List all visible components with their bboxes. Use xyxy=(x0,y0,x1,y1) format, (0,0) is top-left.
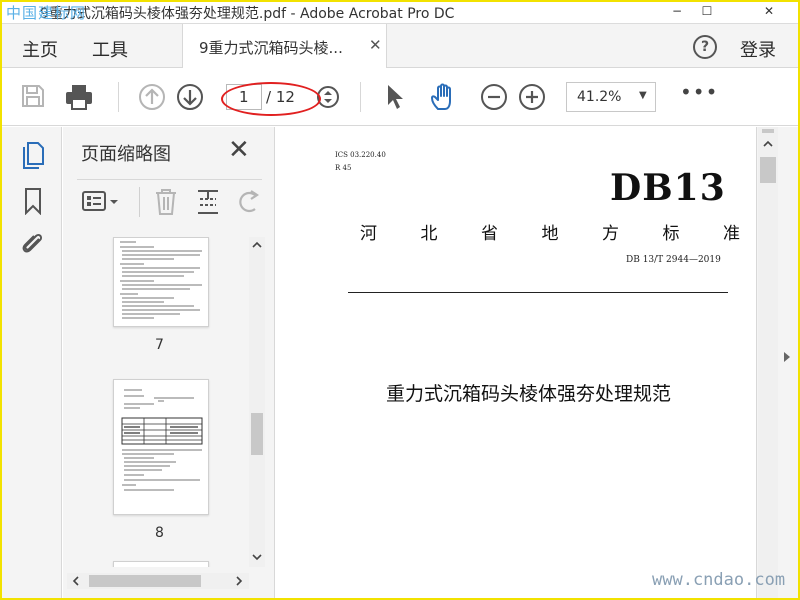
scrollbar-thumb[interactable] xyxy=(251,413,263,455)
close-window-button[interactable]: ✕ xyxy=(754,2,784,22)
tab-close-icon[interactable]: ✕ xyxy=(369,36,382,54)
watermark-top-left: 中国建标网 xyxy=(6,4,87,22)
page-thumbnails-icon[interactable] xyxy=(20,141,46,171)
heading-char: 省 xyxy=(481,224,498,244)
thumbnail-options-icon[interactable] xyxy=(81,189,121,215)
thumbnail-page-number: 7 xyxy=(155,337,164,353)
heading-char: 地 xyxy=(541,224,559,244)
document-vertical-scrollbar[interactable] xyxy=(758,127,778,598)
scroll-right-arrow-icon[interactable] xyxy=(233,575,245,587)
zoom-value: 41.2% xyxy=(577,89,622,105)
heading-char: 河 xyxy=(360,224,377,244)
watermark-bottom-right: www.cndao.com xyxy=(652,570,786,590)
panel-tool-separator xyxy=(139,187,140,217)
heading-char: 方 xyxy=(602,224,619,244)
prev-page-icon[interactable] xyxy=(138,83,166,111)
panel-close-icon[interactable]: ✕ xyxy=(228,135,250,165)
expand-right-pane-icon[interactable] xyxy=(782,350,796,374)
header-rule xyxy=(348,292,728,293)
zoom-out-icon[interactable] xyxy=(480,83,508,111)
toolbar-separator xyxy=(118,82,119,112)
scroll-down-arrow-icon[interactable] xyxy=(252,551,262,563)
panel-divider xyxy=(77,179,262,180)
zoom-dropdown[interactable]: 41.2% ▼ xyxy=(566,82,656,112)
extract-page-icon[interactable] xyxy=(195,187,221,217)
page-thumbnails-panel: 页面缩略图 ✕ 7 8 xyxy=(63,127,275,598)
document-viewport[interactable]: ICS 03.220.40 R 45 DB13 河 北 省 地 方 标 准 DB… xyxy=(276,127,756,598)
heading-char: 北 xyxy=(420,224,438,244)
save-icon[interactable] xyxy=(20,83,46,109)
bookmark-icon[interactable] xyxy=(22,187,44,215)
pdf-page: ICS 03.220.40 R 45 DB13 河 北 省 地 方 标 准 DB… xyxy=(290,127,756,598)
r-code: R 45 xyxy=(335,164,352,172)
tab-bar: 主页 工具 9重力式沉箱码头棱... ✕ ? 登录 xyxy=(2,24,798,68)
thumbnail-page-7[interactable] xyxy=(113,237,209,327)
maximize-button[interactable]: ☐ xyxy=(692,2,722,22)
scroll-up-arrow-icon[interactable] xyxy=(763,139,773,149)
window-title: 9重力式沉箱码头棱体强夯处理规范.pdf - Adobe Acrobat Pro… xyxy=(40,6,455,22)
scroll-left-arrow-icon[interactable] xyxy=(70,575,82,587)
standard-number: DB 13/T 2944—2019 xyxy=(626,255,721,265)
document-title: 重力式沉箱码头棱体强夯处理规范 xyxy=(386,383,672,405)
panel-title: 页面缩略图 xyxy=(81,144,171,165)
left-nav-strip xyxy=(2,127,62,598)
help-icon[interactable]: ? xyxy=(693,35,717,59)
document-tab[interactable]: 9重力式沉箱码头棱... ✕ xyxy=(182,24,387,68)
chevron-down-icon: ▼ xyxy=(639,90,647,101)
thumbnail-horizontal-scrollbar[interactable] xyxy=(67,573,249,589)
toolbar-separator xyxy=(360,82,361,112)
thumbnail-list: 7 8 xyxy=(77,237,247,567)
page-number-input[interactable]: 1 xyxy=(226,84,262,110)
page-total: / 12 xyxy=(266,88,295,106)
rotate-icon[interactable] xyxy=(235,187,263,217)
more-options-icon[interactable]: ••• xyxy=(680,80,718,104)
trash-icon[interactable] xyxy=(153,187,179,217)
nav-home[interactable]: 主页 xyxy=(22,36,58,62)
thumbnail-page-8[interactable] xyxy=(113,379,209,515)
scrollbar-thumb[interactable] xyxy=(89,575,201,587)
toolbar: 1 / 12 41.2% ▼ ••• xyxy=(2,68,798,126)
hand-tool-icon[interactable] xyxy=(428,81,460,113)
thumbnail-vertical-scrollbar[interactable] xyxy=(249,237,265,567)
select-cursor-icon[interactable] xyxy=(384,83,406,111)
ics-code: ICS 03.220.40 xyxy=(335,151,386,159)
attachment-icon[interactable] xyxy=(20,229,46,259)
page-nav-stepper-icon[interactable] xyxy=(316,85,340,109)
title-bar: 9重力式沉箱码头棱体强夯处理规范.pdf - Adobe Acrobat Pro… xyxy=(2,2,798,24)
scroll-up-arrow-icon[interactable] xyxy=(252,239,262,251)
scrollbar-top-handle xyxy=(762,129,774,133)
thumbnail-page-9[interactable] xyxy=(113,561,209,567)
scrollbar-thumb[interactable] xyxy=(760,157,776,183)
thumbnail-page-number: 8 xyxy=(155,525,164,541)
standard-code: DB13 xyxy=(610,167,726,209)
nav-tools[interactable]: 工具 xyxy=(92,36,128,62)
heading-char: 准 xyxy=(723,224,740,244)
minimize-button[interactable]: − xyxy=(662,2,692,22)
province-standard-heading: 河 北 省 地 方 标 准 xyxy=(360,219,740,244)
login-link[interactable]: 登录 xyxy=(740,36,776,62)
zoom-in-icon[interactable] xyxy=(518,83,546,111)
heading-char: 标 xyxy=(662,224,680,244)
document-tab-label: 9重力式沉箱码头棱... xyxy=(199,39,343,57)
print-icon[interactable] xyxy=(64,83,94,111)
next-page-icon[interactable] xyxy=(176,83,204,111)
